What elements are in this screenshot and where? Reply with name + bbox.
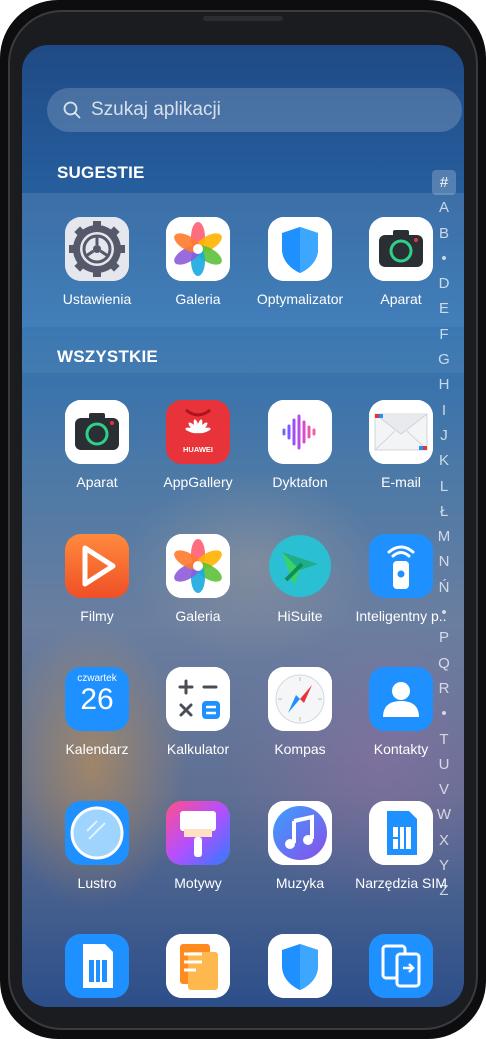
index-letter[interactable]: F [432, 322, 456, 347]
app-calculator[interactable]: Kalkulator [143, 667, 253, 757]
app-label: Motywy [174, 875, 222, 891]
gallery-icon [166, 534, 230, 598]
search-input[interactable]: Szukaj aplikacji [91, 99, 221, 121]
app-hisuite[interactable]: HiSuite [245, 534, 355, 624]
files-icon [166, 934, 230, 998]
index-letter[interactable]: R [432, 676, 456, 701]
appgallery-icon: HUAWEI [166, 400, 230, 464]
index-letter[interactable]: X [432, 828, 456, 853]
camera-icon [65, 400, 129, 464]
alphabet-index[interactable]: # A B • D E F G H I J K L Ł M N Ń • P Q … [432, 170, 456, 904]
themes-brush-icon [166, 801, 230, 865]
search-icon [63, 101, 81, 119]
index-letter[interactable]: K [432, 448, 456, 473]
app-label: Aparat [76, 474, 118, 490]
gallery-icon [166, 217, 230, 281]
sim-card-icon [65, 934, 129, 998]
suggestion-app-gallery[interactable]: Galeria [143, 217, 253, 307]
index-letter[interactable]: P [432, 625, 456, 650]
suggestion-app-settings[interactable]: Ustawienia [42, 217, 152, 307]
app-label: AppGallery [163, 474, 233, 490]
index-letter[interactable]: # [432, 170, 456, 196]
app-camera[interactable]: Aparat [42, 400, 152, 490]
app-security[interactable] [245, 934, 355, 998]
index-letter[interactable]: W [432, 802, 456, 827]
sim-card-icon [369, 801, 433, 865]
app-label: Kalendarz [65, 741, 129, 757]
index-letter[interactable]: Q [432, 651, 456, 676]
section-title-suggestions: SUGESTIE [57, 163, 145, 182]
index-letter[interactable]: E [432, 296, 456, 321]
recorder-icon [268, 400, 332, 464]
app-drawer-screen: Szukaj aplikacji SUGESTIE WSZYSTKIE Usta… [22, 45, 464, 1007]
index-letter[interactable]: U [432, 752, 456, 777]
index-letter[interactable]: M [432, 524, 456, 549]
index-letter[interactable]: • [432, 701, 456, 726]
app-appgallery[interactable]: HUAWEI AppGallery [143, 400, 253, 490]
hisuite-icon [268, 534, 332, 598]
huawei-brand-text: HUAWEI [183, 445, 213, 454]
index-letter[interactable]: L [432, 474, 456, 499]
app-recorder[interactable]: Dyktafon [245, 400, 355, 490]
index-letter[interactable]: V [432, 777, 456, 802]
index-letter[interactable]: Ń [432, 575, 456, 600]
calendar-date: 26 [80, 683, 114, 716]
index-letter[interactable]: Ł [432, 499, 456, 524]
app-phone-clone[interactable] [346, 934, 456, 998]
email-icon [369, 400, 433, 464]
index-letter[interactable]: Z [432, 878, 456, 903]
index-letter[interactable]: A [432, 195, 456, 220]
app-gallery[interactable]: Galeria [143, 534, 253, 624]
app-label: Dyktafon [272, 474, 328, 490]
app-themes[interactable]: Motywy [143, 801, 253, 891]
app-label: Galeria [175, 608, 221, 624]
settings-icon [65, 217, 129, 281]
app-music[interactable]: Muzyka [245, 801, 355, 891]
suggestion-app-optimizer[interactable]: Optymalizator [245, 217, 355, 307]
app-files[interactable] [143, 934, 253, 998]
index-letter[interactable]: H [432, 372, 456, 397]
section-title-all: WSZYSTKIE [57, 347, 158, 366]
calendar-icon: czwartek 26 [65, 667, 129, 731]
search-bar[interactable]: Szukaj aplikacji [47, 88, 462, 132]
app-label: Lustro [77, 875, 117, 891]
app-label: Kalkulator [166, 741, 230, 757]
app-calendar[interactable]: czwartek 26 Kalendarz [42, 667, 152, 757]
app-sim-card[interactable] [42, 934, 152, 998]
calculator-icon [166, 667, 230, 731]
app-label: Filmy [80, 608, 114, 624]
app-videos[interactable]: Filmy [42, 534, 152, 624]
app-compass[interactable]: Kompas [245, 667, 355, 757]
contacts-icon [369, 667, 433, 731]
app-label: Kompas [274, 741, 326, 757]
shield-icon [268, 934, 332, 998]
index-letter[interactable]: N [432, 549, 456, 574]
camera-icon [369, 217, 433, 281]
app-label: Galeria [175, 291, 221, 307]
phone-clone-icon [369, 934, 433, 998]
app-label: Ustawienia [62, 291, 132, 307]
mirror-icon [65, 801, 129, 865]
index-letter[interactable]: Y [432, 853, 456, 878]
index-letter[interactable]: G [432, 347, 456, 372]
app-label: Muzyka [275, 875, 325, 891]
app-label: Optymalizator [256, 291, 344, 307]
compass-icon [268, 667, 332, 731]
index-letter[interactable]: I [432, 398, 456, 423]
index-letter[interactable]: • [432, 246, 456, 271]
optimizer-shield-icon [268, 217, 332, 281]
index-letter[interactable]: • [432, 600, 456, 625]
app-mirror[interactable]: Lustro [42, 801, 152, 891]
smart-remote-icon [369, 534, 433, 598]
index-letter[interactable]: T [432, 727, 456, 752]
music-icon [268, 801, 332, 865]
index-letter[interactable]: D [432, 271, 456, 296]
phone-frame: Szukaj aplikacji SUGESTIE WSZYSTKIE Usta… [0, 0, 486, 1039]
earpiece [203, 16, 283, 21]
index-letter[interactable]: B [432, 221, 456, 246]
video-play-icon [65, 534, 129, 598]
app-label: HiSuite [277, 608, 323, 624]
index-letter[interactable]: J [432, 423, 456, 448]
